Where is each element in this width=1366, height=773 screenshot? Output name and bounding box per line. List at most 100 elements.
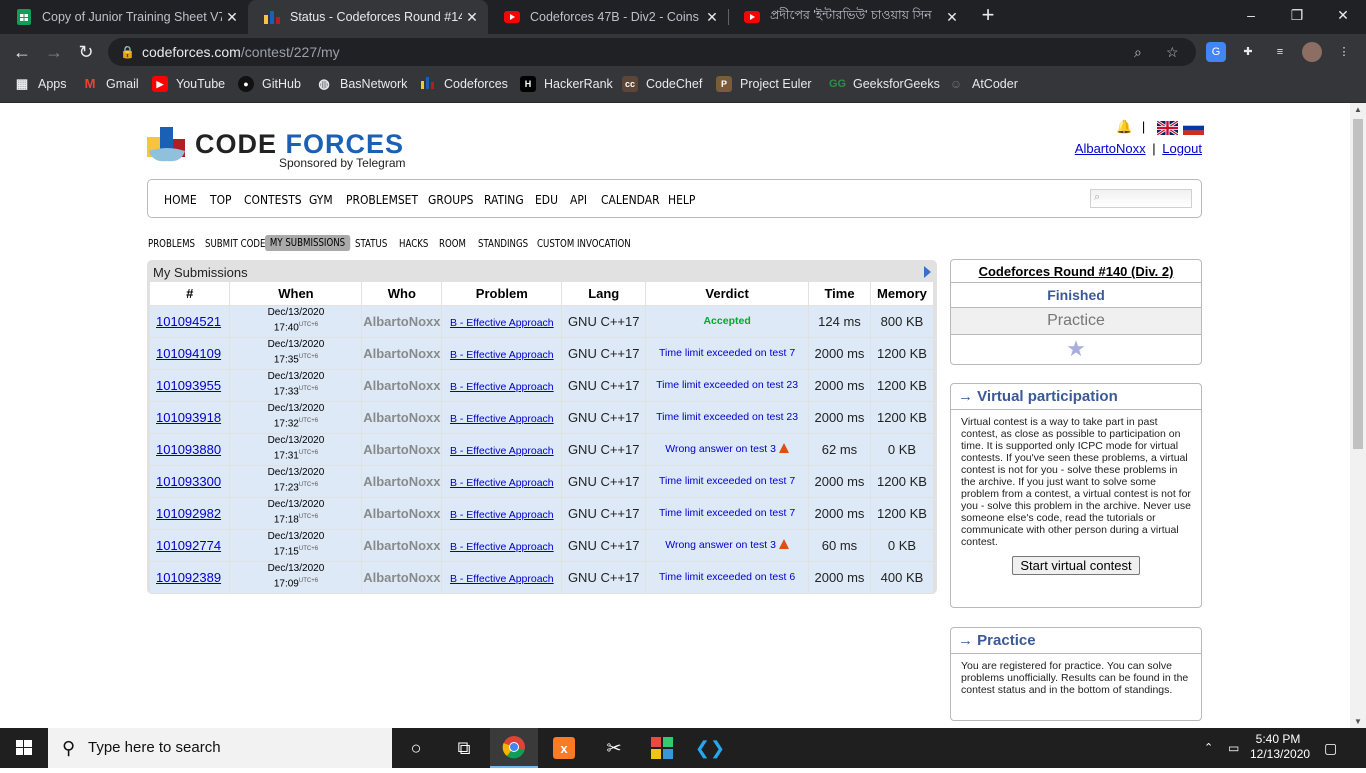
contest-name-link[interactable]: Codeforces Round #140 (Div. 2) [951, 264, 1201, 279]
media-control-icon[interactable]: ≡ [1270, 42, 1290, 62]
menu-gym[interactable]: GYM [309, 192, 333, 207]
scroll-up-arrow-icon[interactable]: ▲ [1350, 105, 1366, 114]
problem-link[interactable]: B - Effective Approach [450, 349, 554, 361]
who-cell[interactable]: AlbartoNoxx [361, 465, 443, 498]
bookmark-codeforces[interactable]: Codeforces [420, 70, 508, 98]
submenu-custom-invocation[interactable]: CUSTOM INVOCATION [537, 238, 631, 250]
menu-top[interactable]: TOP [210, 192, 232, 207]
submission-id-link[interactable]: 101094109 [156, 346, 221, 361]
who-cell[interactable]: AlbartoNoxx [361, 433, 443, 466]
problem-link[interactable]: B - Effective Approach [450, 381, 554, 393]
bookmark-gmail[interactable]: M Gmail [82, 70, 139, 98]
puzzle-extensions-icon[interactable]: ✚ [1238, 42, 1258, 62]
network-icon[interactable]: ▭ [1228, 728, 1239, 768]
who-cell[interactable]: AlbartoNoxx [361, 529, 443, 562]
submission-id-link[interactable]: 101093955 [156, 378, 221, 393]
browser-tab[interactable]: Copy of Junior Training Sheet V7 ✕ [0, 0, 248, 34]
reload-icon[interactable]: ↻ [74, 40, 98, 64]
avatar[interactable] [1302, 42, 1322, 62]
scrollbar-thumb[interactable] [1353, 119, 1363, 449]
bookmark-star-icon[interactable]: ☆ [1166, 38, 1179, 66]
russian-flag-icon[interactable] [1183, 120, 1205, 135]
submenu-my-submissions[interactable]: MY SUBMISSIONS [265, 235, 351, 251]
submenu-standings[interactable]: STANDINGS [478, 238, 528, 250]
problem-link[interactable]: B - Effective Approach [450, 509, 554, 521]
chrome-taskbar-icon[interactable] [490, 728, 538, 768]
who-cell[interactable]: AlbartoNoxx [361, 305, 443, 338]
problem-link[interactable]: B - Effective Approach [450, 413, 554, 425]
page-scrollbar[interactable]: ▲ ▼ [1350, 103, 1366, 728]
maximize-button[interactable]: ❐ [1274, 0, 1320, 30]
windows-start-button[interactable] [0, 728, 48, 768]
close-tab-icon[interactable]: ✕ [222, 9, 242, 26]
submission-id-link[interactable]: 101093918 [156, 410, 221, 425]
submenu-submit-code[interactable]: SUBMIT CODE [205, 238, 266, 250]
menu-calendar[interactable]: CALENDAR [601, 192, 660, 207]
profile-link[interactable]: AlbartoNoxx [1075, 141, 1146, 156]
tray-overflow-icon[interactable]: ⌃ [1204, 728, 1213, 768]
problem-link[interactable]: B - Effective Approach [450, 573, 554, 585]
bookmark-youtube[interactable]: ▶ YouTube [152, 70, 225, 98]
bookmark-apps[interactable]: ▦ Apps [14, 70, 67, 98]
translate-extension-icon[interactable]: G [1206, 42, 1226, 62]
submenu-status[interactable]: STATUS [355, 238, 387, 250]
expand-arrow-icon[interactable] [924, 266, 931, 278]
close-tab-icon[interactable]: ✕ [942, 9, 962, 26]
bookmark-project-euler[interactable]: P Project Euler [716, 70, 812, 98]
close-window-button[interactable]: ✕ [1320, 0, 1366, 30]
submission-id-link[interactable]: 101092982 [156, 506, 221, 521]
logout-link[interactable]: Logout [1162, 141, 1202, 156]
submenu-problems[interactable]: PROBLEMS [148, 238, 195, 250]
start-virtual-contest-button[interactable]: Start virtual contest [1012, 556, 1140, 575]
xampp-icon[interactable]: x [540, 728, 588, 768]
submission-id-link[interactable]: 101094521 [156, 314, 221, 329]
menu-problemset[interactable]: PROBLEMSET [346, 192, 418, 207]
problem-link[interactable]: B - Effective Approach [450, 477, 554, 489]
menu-contests[interactable]: CONTESTS [244, 192, 302, 207]
problem-link[interactable]: B - Effective Approach [450, 541, 554, 553]
who-cell[interactable]: AlbartoNoxx [361, 561, 443, 594]
cortana-icon[interactable]: ○ [392, 728, 440, 768]
back-arrow-icon[interactable]: ← [10, 40, 34, 64]
office-tiles-icon[interactable] [638, 728, 686, 768]
browser-tab[interactable]: Codeforces 47B - Div2 - Coins (A ✕ [488, 0, 728, 34]
clock[interactable]: 5:40 PM 12/13/2020 [1250, 732, 1310, 772]
notification-icon[interactable]: ▢ [1324, 728, 1337, 768]
menu-groups[interactable]: GROUPS [428, 192, 473, 207]
new-tab-button[interactable]: + [976, 4, 1000, 28]
submenu-room[interactable]: ROOM [439, 238, 466, 250]
bookmark-geeksforgeeks[interactable]: GG GeeksforGeeks [829, 70, 940, 98]
address-bar[interactable]: 🔒 codeforces.com/contest/227/my ⌕ ☆ [108, 38, 1196, 66]
menu-help[interactable]: HELP [668, 192, 695, 207]
task-view-icon[interactable]: ⧉ [440, 728, 488, 768]
who-cell[interactable]: AlbartoNoxx [361, 337, 443, 370]
bookmark-hackerrank[interactable]: H HackerRank [520, 70, 613, 98]
submission-id-link[interactable]: 101093300 [156, 474, 221, 489]
menu-rating[interactable]: RATING [484, 192, 524, 207]
who-cell[interactable]: AlbartoNoxx [361, 497, 443, 530]
who-cell[interactable]: AlbartoNoxx [361, 401, 443, 434]
vscode-icon[interactable]: ❮❯ [686, 728, 734, 768]
menu-home[interactable]: HOME [164, 192, 197, 207]
snipping-tool-icon[interactable]: ✂ [590, 728, 638, 768]
submission-id-link[interactable]: 101092389 [156, 570, 221, 585]
problem-link[interactable]: B - Effective Approach [450, 317, 554, 329]
submenu-hacks[interactable]: HACKS [399, 238, 428, 250]
favourite-star-icon[interactable]: ★ [951, 338, 1201, 360]
close-tab-icon[interactable]: ✕ [702, 9, 722, 26]
browser-tab[interactable]: প্রদীপের 'ইন্টারভিউ' চাওয়ায় সিন ✕ [728, 0, 968, 34]
bookmark-codechef[interactable]: cc CodeChef [622, 70, 702, 98]
forward-arrow-icon[interactable]: → [42, 40, 66, 64]
scroll-down-arrow-icon[interactable]: ▼ [1350, 717, 1366, 726]
browser-tab-active[interactable]: Status - Codeforces Round #140 ✕ [248, 0, 488, 34]
minimize-button[interactable]: – [1228, 0, 1274, 30]
bell-icon[interactable]: 🔔 [1116, 119, 1132, 134]
bookmark-github[interactable]: ● GitHub [238, 70, 301, 98]
submission-id-link[interactable]: 101093880 [156, 442, 221, 457]
search-input[interactable]: ⌕ [1090, 189, 1192, 208]
bookmark-atcoder[interactable]: ☺ AtCoder [948, 70, 1018, 98]
bookmark-basnetwork[interactable]: ◍ BasNetwork [316, 70, 407, 98]
menu-api[interactable]: API [570, 192, 587, 207]
warning-icon[interactable] [778, 443, 789, 453]
who-cell[interactable]: AlbartoNoxx [361, 369, 443, 402]
